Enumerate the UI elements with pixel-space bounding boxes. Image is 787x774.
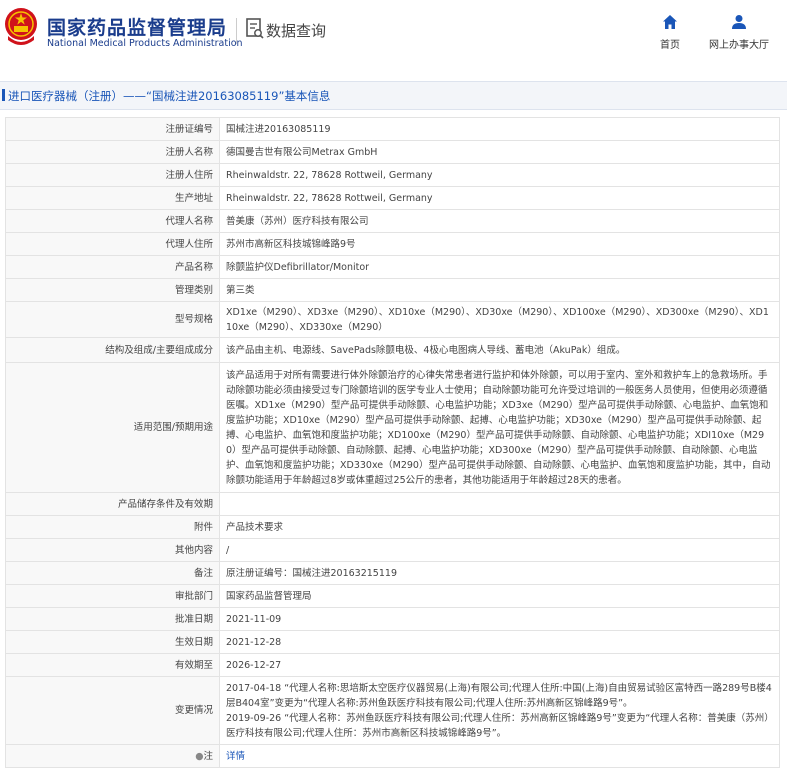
row-label: 备注 xyxy=(5,561,220,585)
site-title-cn: 国家药品监督管理局 xyxy=(47,17,228,39)
table-row: 代理人名称 普美康（苏州）医疗科技有限公司 xyxy=(5,209,780,233)
row-value xyxy=(219,492,780,516)
detail-table-body: 注册证编号 国械注进20163085119 注册人名称 德国曼吉世有限公司Met… xyxy=(5,117,780,768)
row-label: 产品名称 xyxy=(5,255,220,279)
table-row: 适用范围/预期用途 该产品适用于对所有需要进行体外除颤治疗的心律失常患者进行监护… xyxy=(5,362,780,493)
header-divider xyxy=(236,18,237,44)
breadcrumb-bar: 进口医疗器械（注册）——“国械注进20163085119”基本信息 xyxy=(0,81,787,110)
row-value: 产品技术要求 xyxy=(219,515,780,539)
row-value: 苏州市高新区科技城锦峰路9号 xyxy=(219,232,780,256)
row-value: Rheinwaldstr. 22, 78628 Rottweil, German… xyxy=(219,163,780,187)
table-row: 有效期至 2026-12-27 xyxy=(5,653,780,677)
row-label: 型号规格 xyxy=(5,301,220,338)
row-label: 生效日期 xyxy=(5,630,220,654)
row-label: 附件 xyxy=(5,515,220,539)
row-label: 适用范围/预期用途 xyxy=(5,362,220,493)
row-value: 该产品适用于对所有需要进行体外除颤治疗的心律失常患者进行监护和体外除颤，可以用于… xyxy=(219,362,780,493)
row-value: 原注册证编号：国械注进20163215119 xyxy=(219,561,780,585)
row-value: / xyxy=(219,538,780,562)
breadcrumb: 进口医疗器械（注册）——“国械注进20163085119”基本信息 xyxy=(8,89,331,103)
row-label: 管理类别 xyxy=(5,278,220,302)
row-value: 德国曼吉世有限公司Metrax GmbH xyxy=(219,140,780,164)
table-row: 产品储存条件及有效期 xyxy=(5,492,780,516)
change-entry: 2017-04-18 “代理人名称:思培斯太空医疗仪器贸易(上海)有限公司;代理… xyxy=(226,682,772,709)
table-row-note: ●注 详情 xyxy=(5,744,780,768)
table-row: 附件 产品技术要求 xyxy=(5,515,780,539)
row-value: Rheinwaldstr. 22, 78628 Rottweil, German… xyxy=(219,186,780,210)
table-row-change-history: 变更情况 2017-04-18 “代理人名称:思培斯太空医疗仪器贸易(上海)有限… xyxy=(5,676,780,745)
home-icon xyxy=(663,15,677,29)
row-value: 2021-11-09 xyxy=(219,607,780,631)
data-query-title: 数据查询 xyxy=(266,22,327,40)
note-label-cell: ●注 xyxy=(5,744,220,768)
row-value: 第三类 xyxy=(219,278,780,302)
note-value: 详情 xyxy=(219,744,780,768)
table-row: 生效日期 2021-12-28 xyxy=(5,630,780,654)
row-label: 有效期至 xyxy=(5,653,220,677)
row-label: 产品储存条件及有效期 xyxy=(5,492,220,516)
site-title-en: National Medical Products Administration xyxy=(47,38,243,49)
row-value: 2021-12-28 xyxy=(219,630,780,654)
row-value: 普美康（苏州）医疗科技有限公司 xyxy=(219,209,780,233)
row-value: 国家药品监督管理局 xyxy=(219,584,780,608)
row-label: 代理人住所 xyxy=(5,232,220,256)
nav-home[interactable]: 首页 xyxy=(660,14,680,51)
row-label: 结构及组成/主要组成成分 xyxy=(5,337,220,363)
table-row: 产品名称 除颤监护仪Defibrillator/Monitor xyxy=(5,255,780,279)
table-row: 结构及组成/主要组成成分 该产品由主机、电源线、SavePads除颤电极、4极心… xyxy=(5,337,780,363)
user-icon xyxy=(732,15,746,29)
nav-home-label: 首页 xyxy=(660,40,680,51)
row-value: 该产品由主机、电源线、SavePads除颤电极、4极心电图病人导线、蓄电池（Ak… xyxy=(219,337,780,363)
table-row: 生产地址 Rheinwaldstr. 22, 78628 Rottweil, G… xyxy=(5,186,780,210)
table-row: 备注 原注册证编号：国械注进20163215119 xyxy=(5,561,780,585)
row-label: 注册证编号 xyxy=(5,117,220,141)
row-label: 注册人住所 xyxy=(5,163,220,187)
row-label: 生产地址 xyxy=(5,186,220,210)
row-label: 批准日期 xyxy=(5,607,220,631)
table-row: 批准日期 2021-11-09 xyxy=(5,607,780,631)
row-value: XD1xe（M290）、XD3xe（M290）、XD10xe（M290）、XD3… xyxy=(219,301,780,338)
row-label: 审批部门 xyxy=(5,584,220,608)
table-row: 注册人住所 Rheinwaldstr. 22, 78628 Rottweil, … xyxy=(5,163,780,187)
registration-detail-table: 注册证编号 国械注进20163085119 注册人名称 德国曼吉世有限公司Met… xyxy=(5,117,780,768)
change-entry: 2019-09-26 “代理人名称：苏州鱼跃医疗科技有限公司;代理人住所：苏州高… xyxy=(226,712,769,739)
national-emblem-icon xyxy=(5,8,37,45)
row-label: 代理人名称 xyxy=(5,209,220,233)
nav-online-hall[interactable]: 网上办事大厅 xyxy=(709,14,769,51)
table-row: 管理类别 第三类 xyxy=(5,278,780,302)
table-row: 代理人住所 苏州市高新区科技城锦峰路9号 xyxy=(5,232,780,256)
nav-online-hall-label: 网上办事大厅 xyxy=(709,40,769,51)
breadcrumb-marker xyxy=(2,89,5,101)
change-history-label: 变更情况 xyxy=(5,676,220,745)
data-query-icon xyxy=(246,18,264,39)
row-value: 国械注进20163085119 xyxy=(219,117,780,141)
row-label: 其他内容 xyxy=(5,538,220,562)
site-header: 国家药品监督管理局 National Medical Products Admi… xyxy=(0,0,787,65)
detail-link[interactable]: 详情 xyxy=(226,751,245,762)
row-value: 除颤监护仪Defibrillator/Monitor xyxy=(219,255,780,279)
table-row: 注册人名称 德国曼吉世有限公司Metrax GmbH xyxy=(5,140,780,164)
table-row: 注册证编号 国械注进20163085119 xyxy=(5,117,780,141)
table-row: 审批部门 国家药品监督管理局 xyxy=(5,584,780,608)
table-row: 型号规格 XD1xe（M290）、XD3xe（M290）、XD10xe（M290… xyxy=(5,301,780,338)
row-label: 注册人名称 xyxy=(5,140,220,164)
change-history-value: 2017-04-18 “代理人名称:思培斯太空医疗仪器贸易(上海)有限公司;代理… xyxy=(219,676,780,745)
row-value: 2026-12-27 xyxy=(219,653,780,677)
note-label: 注 xyxy=(203,750,213,762)
table-row: 其他内容 / xyxy=(5,538,780,562)
